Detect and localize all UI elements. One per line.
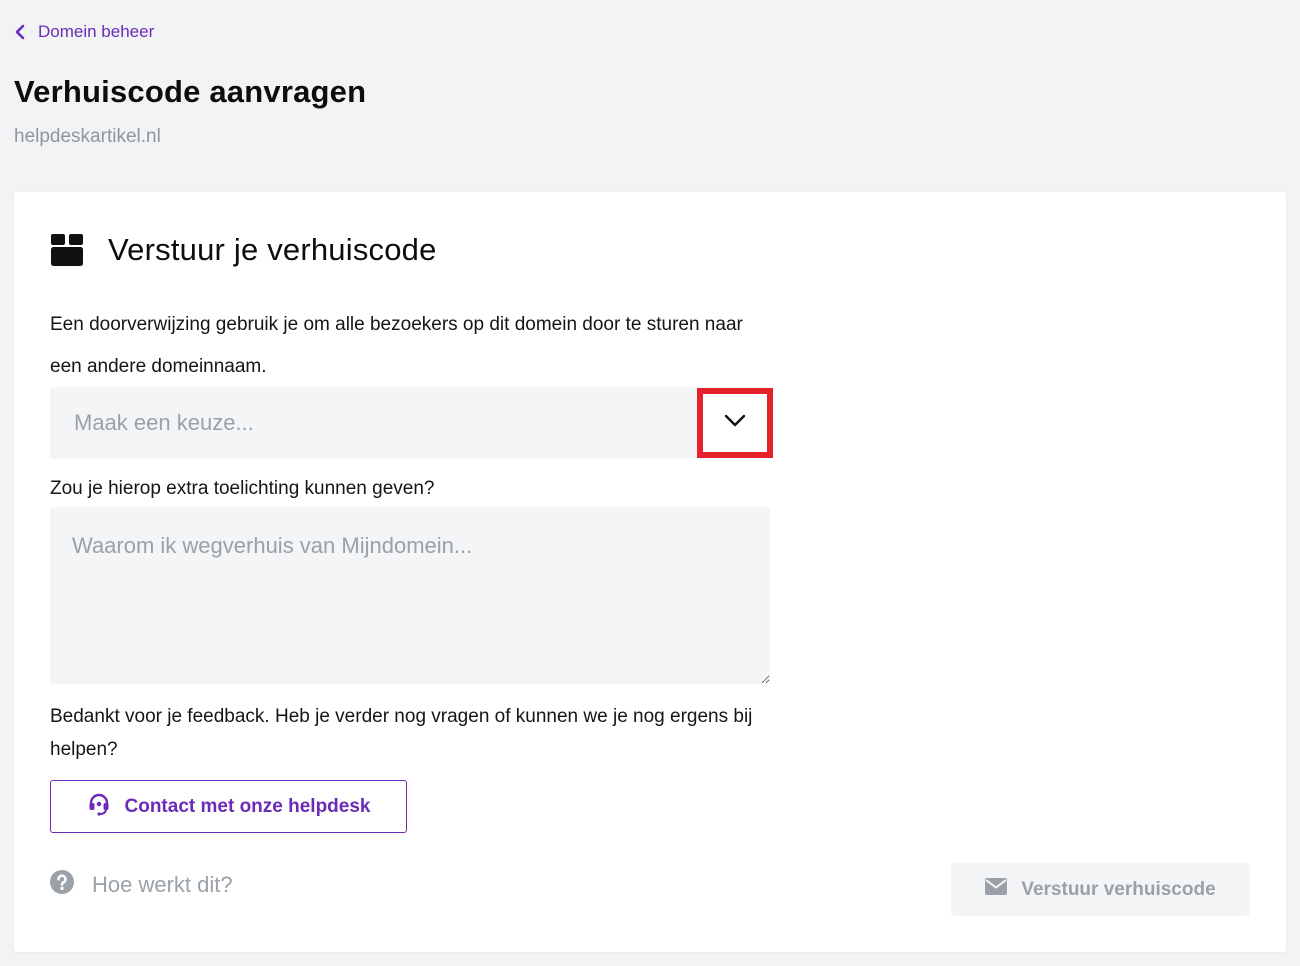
chevron-left-icon [14,22,26,42]
headset-icon [87,792,111,822]
select-placeholder: Maak een keuze... [74,410,254,435]
contact-helpdesk-button[interactable]: Contact met onze helpdesk [50,780,407,833]
page-title: Verhuiscode aanvragen [14,74,367,109]
explanation-label: Zou je hierop extra toelichting kunnen g… [50,478,435,499]
envelope-icon [985,878,1008,901]
send-transfer-code-button[interactable]: Verstuur verhuiscode [951,863,1250,916]
send-button-label: Verstuur verhuiscode [1021,878,1216,900]
card-title: Verstuur je verhuiscode [108,232,437,267]
how-it-works-label: Hoe werkt dit? [92,872,233,897]
back-link-label: Domein beheer [38,22,155,41]
reason-select[interactable]: Maak een keuze... [50,387,773,459]
chevron-down-icon [724,414,746,433]
thanks-text: Bedankt voor je feedback. Heb je verder … [50,706,753,760]
explanation-textarea[interactable] [50,507,770,684]
select-toggle-button[interactable] [697,388,773,458]
card-header: Verstuur je verhuiscode [50,232,437,268]
domain-name: helpdeskartikel.nl [14,126,161,147]
box-icon [50,233,84,267]
how-it-works-link[interactable]: Hoe werkt dit? [50,870,233,900]
intro-text: Een doorverwijzing gebruik je om alle be… [50,314,743,377]
back-link[interactable]: Domein beheer [14,22,154,42]
contact-helpdesk-label: Contact met onze helpdesk [124,795,371,817]
transfer-code-card: Verstuur je verhuiscode Een doorverwijzi… [14,192,1286,952]
question-circle-icon [50,870,74,900]
